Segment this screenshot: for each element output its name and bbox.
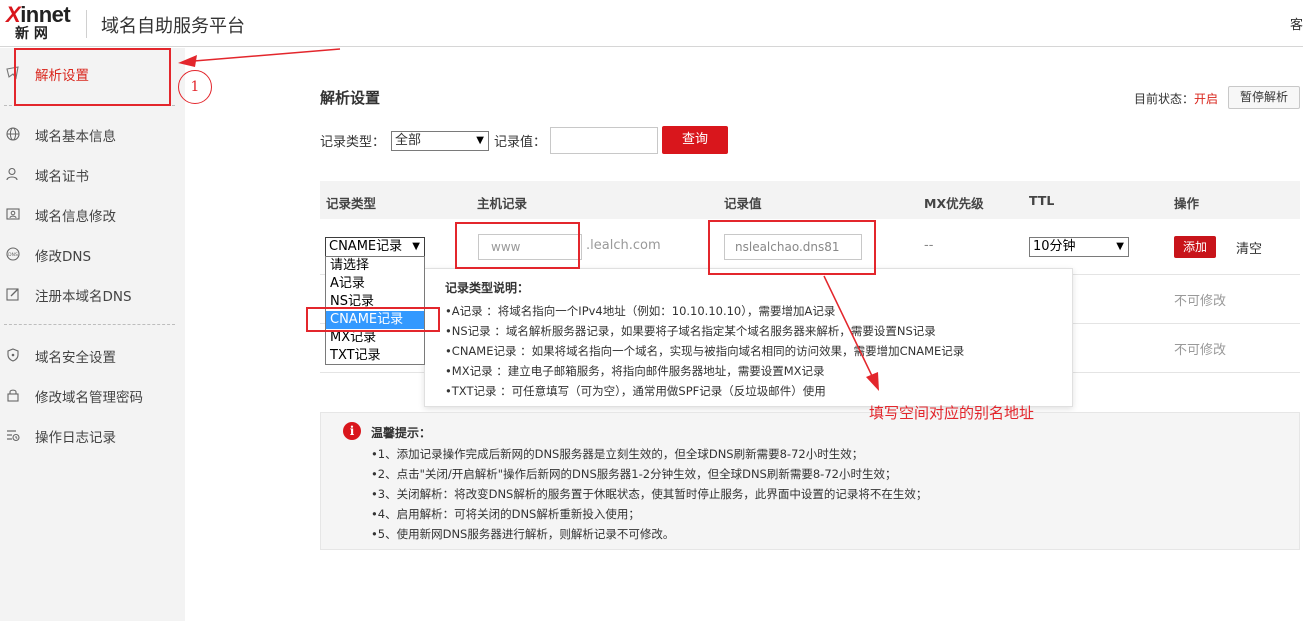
annotation-highlight-value	[708, 220, 876, 275]
step-number-circle: 1	[178, 70, 212, 104]
option-please-select[interactable]: 请选择	[326, 257, 424, 275]
app-title: 域名自助服务平台	[101, 16, 245, 37]
dropdown-arrow-icon: ▼	[476, 135, 484, 146]
sidebar-item-label: 域名安全设置	[35, 350, 116, 366]
logo-latin: innet	[20, 2, 71, 27]
top-header: Xinnet 新 网 域名自助服务平台 客	[0, 0, 1303, 47]
annotation-callout-text: 填写空间对应的别名地址	[869, 404, 1035, 422]
option-a-record[interactable]: A记录	[326, 275, 424, 293]
arrow-to-sidebar	[193, 48, 341, 62]
sidebar-item-domain-info[interactable]: 域名基本信息	[0, 120, 185, 150]
sidebar-item-info-edit[interactable]: 域名信息修改	[0, 200, 185, 230]
ttl-select[interactable]: 10分钟 ▼	[1029, 237, 1129, 257]
record-type-help-popup: 记录类型说明： •A记录 ：将域名指向一个IPv4地址（例如：10.10.10.…	[424, 268, 1073, 407]
sidebar-item-label: 修改DNS	[35, 249, 92, 265]
notice-line: •4、启用解析：可将关闭的DNS解析重新投入使用；	[371, 507, 640, 521]
pause-resolution-button[interactable]: 暂停解析	[1228, 86, 1300, 109]
notice-line: •3、关闭解析：将改变DNS解析的服务置于休眠状态，使其暂时停止服务，此界面中设…	[371, 487, 928, 501]
record-type-filter-label: 记录类型：	[320, 135, 386, 150]
record-value-filter-input[interactable]	[550, 127, 658, 154]
profile-card-icon	[6, 207, 22, 223]
status-value: 开启	[1194, 92, 1219, 106]
notice-line: •2、点击"关闭/开启解析"操作后新网的DNS服务器1-2分钟生效，但全球DNS…	[371, 467, 897, 481]
sidebar: 解析设置 域名基本信息 域名证书 域名信息修改 DNS 修改DNS 注册本域名D…	[0, 48, 185, 621]
dns-icon: DNS	[6, 247, 22, 263]
notice-line: •5、使用新网DNS服务器进行解析，则解析记录不可修改。	[371, 527, 675, 541]
xinnet-logo[interactable]: Xinnet 新 网	[6, 4, 74, 44]
info-icon: i	[343, 422, 361, 440]
option-txt-record[interactable]: TXT记录	[326, 347, 424, 365]
notice-line: •1、添加记录操作完成后新网的DNS服务器是立刻生效的，但全球DNS刷新需要8-…	[371, 447, 864, 461]
tips-notice: i 温馨提示： •1、添加记录操作完成后新网的DNS服务器是立刻生效的，但全球D…	[320, 412, 1300, 550]
help-line: •A记录 ：将域名指向一个IPv4地址（例如：10.10.10.10），需要增加…	[445, 304, 836, 318]
sidebar-item-label: 域名基本信息	[35, 129, 116, 145]
readonly-label: 不可修改	[1174, 294, 1227, 309]
header-divider	[86, 10, 87, 38]
notice-title: 温馨提示：	[371, 426, 432, 440]
clear-link[interactable]: 清空	[1236, 238, 1262, 257]
column-header: 记录类型	[326, 196, 377, 211]
sidebar-item-certificate[interactable]: 域名证书	[0, 160, 185, 190]
record-value-filter-label: 记录值：	[494, 135, 547, 150]
sidebar-item-register-dns[interactable]: 注册本域名DNS	[0, 280, 185, 310]
globe-icon	[6, 127, 22, 143]
help-title: 记录类型说明：	[445, 281, 530, 295]
annotation-highlight-sidebar	[14, 48, 171, 106]
sidebar-item-modify-dns[interactable]: DNS 修改DNS	[0, 240, 185, 270]
page-title: 解析设置	[320, 89, 381, 107]
annotation-highlight-host	[455, 222, 580, 269]
domain-suffix: .lealch.com	[586, 238, 661, 253]
help-line: •CNAME记录 ：如果将域名指向一个域名，实现与被指向域名相同的访问效果，需要…	[445, 344, 965, 358]
dropdown-arrow-icon: ▼	[1116, 241, 1124, 252]
sidebar-item-label: 注册本域名DNS	[35, 289, 132, 305]
column-header: 记录值	[724, 196, 762, 211]
edit-icon	[6, 287, 22, 303]
record-type-select[interactable]: CNAME记录 ▼	[325, 237, 425, 257]
sidebar-item-password[interactable]: 修改域名管理密码	[0, 381, 185, 411]
readonly-label: 不可修改	[1174, 343, 1227, 358]
column-header: TTL	[1029, 193, 1055, 208]
query-button[interactable]: 查询	[662, 126, 728, 154]
log-icon	[6, 428, 22, 444]
shield-icon	[6, 348, 22, 364]
sidebar-item-label: 修改域名管理密码	[35, 390, 143, 406]
logo-chinese: 新 网	[15, 26, 48, 42]
sidebar-item-label: 操作日志记录	[35, 430, 116, 446]
dropdown-arrow-icon: ▼	[412, 241, 420, 252]
table-header: 记录类型 主机记录 记录值 MX优先级 TTL 操作	[320, 181, 1300, 219]
help-line: •MX记录 ：建立电子邮箱服务，将指向邮件服务器地址，需要设置MX记录	[445, 364, 825, 378]
annotation-highlight-cname	[306, 307, 440, 332]
add-record-button[interactable]: 添加	[1174, 236, 1216, 258]
column-header: MX优先级	[924, 196, 984, 211]
sidebar-item-label: 域名信息修改	[35, 209, 116, 225]
user-icon	[6, 167, 22, 183]
lock-icon	[6, 388, 22, 404]
sidebar-item-label: 域名证书	[35, 169, 89, 185]
help-line: •NS记录 ：域名解析服务器记录，如果要将子域名指定某个域名服务器来解析，需要设…	[445, 324, 936, 338]
sidebar-item-security[interactable]: 域名安全设置	[0, 341, 185, 371]
record-type-filter-select[interactable]: 全部 ▼	[391, 131, 489, 151]
header-right-text[interactable]: 客	[1290, 14, 1303, 33]
mx-priority-value: --	[924, 238, 934, 253]
status-label: 目前状态：	[1134, 92, 1195, 106]
sidebar-divider	[4, 324, 175, 325]
column-header: 主机记录	[477, 196, 528, 211]
logo-x: X	[6, 2, 21, 27]
column-header: 操作	[1174, 196, 1200, 211]
svg-text:DNS: DNS	[8, 252, 18, 258]
help-line: •TXT记录 ：可任意填写（可为空），通常用做SPF记录（反垃圾邮件）使用	[445, 384, 826, 398]
resolution-status: 目前状态：开启	[1134, 90, 1218, 107]
sidebar-item-log[interactable]: 操作日志记录	[0, 421, 185, 451]
